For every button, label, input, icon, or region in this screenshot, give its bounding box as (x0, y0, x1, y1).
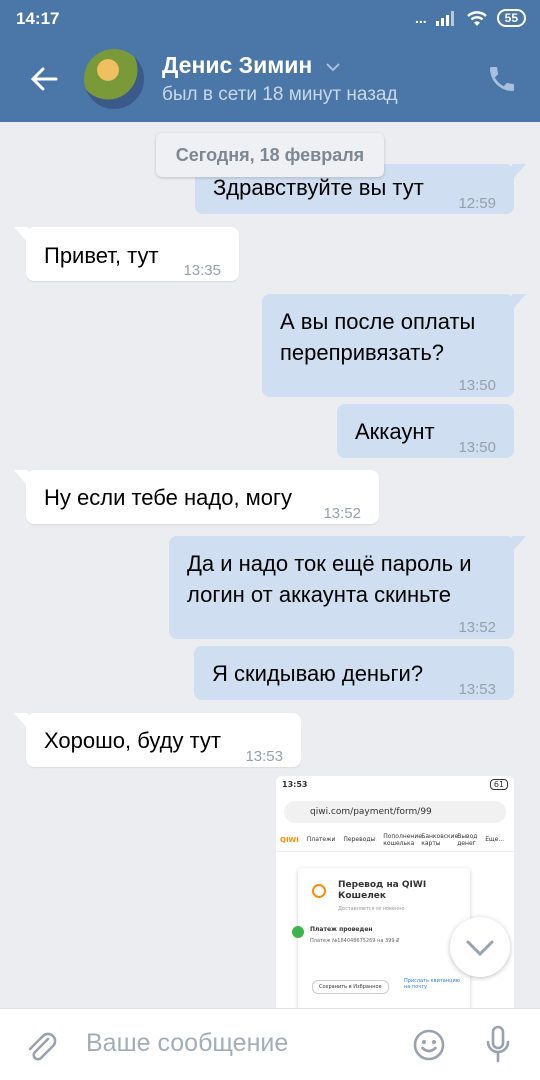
message-text: Ну если тебе надо, могу (44, 485, 293, 510)
chevron-down-icon (466, 940, 494, 957)
message-outgoing[interactable]: А вы после оплаты перепривязать? 13:50 (262, 294, 526, 397)
message-time: 13:53 (458, 681, 496, 698)
wifi-icon (466, 11, 487, 26)
message-time: 13:52 (458, 619, 496, 636)
attachment-url-bar: qiwi.com/payment/form/99 (284, 801, 506, 823)
signal-icon (435, 11, 454, 26)
attachment-nav-item: Пополнение кошелька (383, 832, 422, 847)
status-bar: 14:17 ... 55 (0, 0, 540, 36)
message-outgoing[interactable]: Я скидываю деньги? 13:53 (194, 646, 514, 700)
message-outgoing[interactable]: Да и надо ток ещё пароль и логин от акка… (169, 536, 526, 639)
message-time: 13:35 (183, 262, 221, 279)
bubble-tail (512, 294, 526, 310)
message-input-bar: Ваше сообщение (0, 1008, 540, 1080)
attachment-nav-item: Еще... (485, 836, 505, 843)
message-time: 13:52 (323, 505, 361, 522)
status-icons: ... 55 (415, 9, 526, 27)
status-time: 14:17 (16, 9, 60, 28)
qiwi-logo: QIWI (280, 835, 299, 844)
message-text: Хорошо, буду тут (44, 728, 221, 753)
favorite-label: Сохранить в Избранное (312, 980, 389, 994)
message-time: 13:50 (458, 439, 496, 456)
message-incoming[interactable]: Хорошо, буду тут 13:53 (14, 713, 301, 767)
payment-number: Платеж №184048675269 на 399 ₽ (310, 938, 400, 944)
chevron-down-icon (325, 63, 340, 72)
message-list[interactable]: Здравствуйте вы тут 12:59 Сегодня, 18 фе… (0, 122, 540, 1008)
message-incoming[interactable]: Ну если тебе надо, могу 13:52 (14, 470, 379, 524)
attachment-url: qiwi.com/payment/form/99 (310, 807, 432, 817)
message-text: Привет, тут (44, 243, 159, 268)
date-separator: Сегодня, 18 февраля (156, 133, 384, 177)
smile-icon[interactable] (413, 1029, 445, 1061)
qiwi-icon (312, 884, 326, 898)
scroll-down-button[interactable] (450, 917, 510, 977)
message-text: Я скидываю деньги? (212, 661, 424, 686)
message-text: Здравствуйте вы тут (213, 175, 424, 200)
avatar[interactable] (84, 49, 144, 109)
attachment-status-time: 13:53 (282, 780, 308, 789)
attachment-nav: QIWI Платежи Переводы Пополнение кошельк… (276, 828, 514, 852)
attachment-nav-item: Платежи (306, 836, 336, 843)
chat-header: Денис Зимин был в сети 18 минут назад (0, 36, 540, 122)
payment-card-subtitle: Доставляется мгновенно (338, 906, 405, 912)
attachment-nav-item: Вывод денег (457, 832, 478, 847)
dots-indicator: ... (414, 10, 427, 26)
attachment-nav-item: Банковские карты (421, 832, 459, 847)
last-seen-status: был в сети 18 минут назад (162, 84, 398, 105)
top-bar: 14:17 ... 55 Денис Зимин был в сети 18 м… (0, 0, 540, 122)
attachment-status-battery: 61 (489, 779, 508, 790)
contact-name[interactable]: Денис Зимин (162, 52, 341, 79)
payment-card-title: Перевод на QIWI Кошелек (338, 880, 427, 901)
battery-indicator: 55 (496, 9, 526, 27)
bubble-tail (14, 470, 28, 486)
arrow-left-icon[interactable] (26, 61, 62, 97)
message-time: 13:50 (458, 377, 496, 394)
message-outgoing[interactable]: Аккаунт 13:50 (337, 404, 514, 458)
message-text: Аккаунт (355, 419, 435, 444)
bubble-tail (512, 536, 526, 552)
receipt-label: Прислать квитанцию на почту (404, 978, 460, 990)
bubble-tail (14, 227, 28, 243)
bubble-tail (14, 713, 28, 729)
paperclip-icon[interactable] (24, 1029, 58, 1063)
message-time: 12:59 (458, 195, 496, 212)
message-incoming[interactable]: Привет, тут 13:35 (14, 227, 239, 281)
message-time: 13:53 (245, 748, 283, 765)
attachment-nav-item: Переводы (343, 836, 376, 843)
contact-name-text: Денис Зимин (162, 52, 313, 78)
bubble-tail (512, 164, 526, 180)
message-text: А вы после оплаты перепривязать? (280, 309, 476, 365)
message-text: Да и надо ток ещё пароль и логин от акка… (187, 551, 472, 607)
microphone-icon[interactable] (484, 1025, 512, 1065)
phone-icon[interactable] (486, 63, 518, 95)
attachment-battery-value: 61 (489, 779, 508, 790)
message-input[interactable]: Ваше сообщение (86, 1029, 288, 1058)
payment-card: Перевод на QIWI Кошелек Доставляется мгн… (292, 868, 470, 1008)
payment-status: Платеж проведен (310, 926, 373, 933)
check-icon (292, 926, 304, 938)
